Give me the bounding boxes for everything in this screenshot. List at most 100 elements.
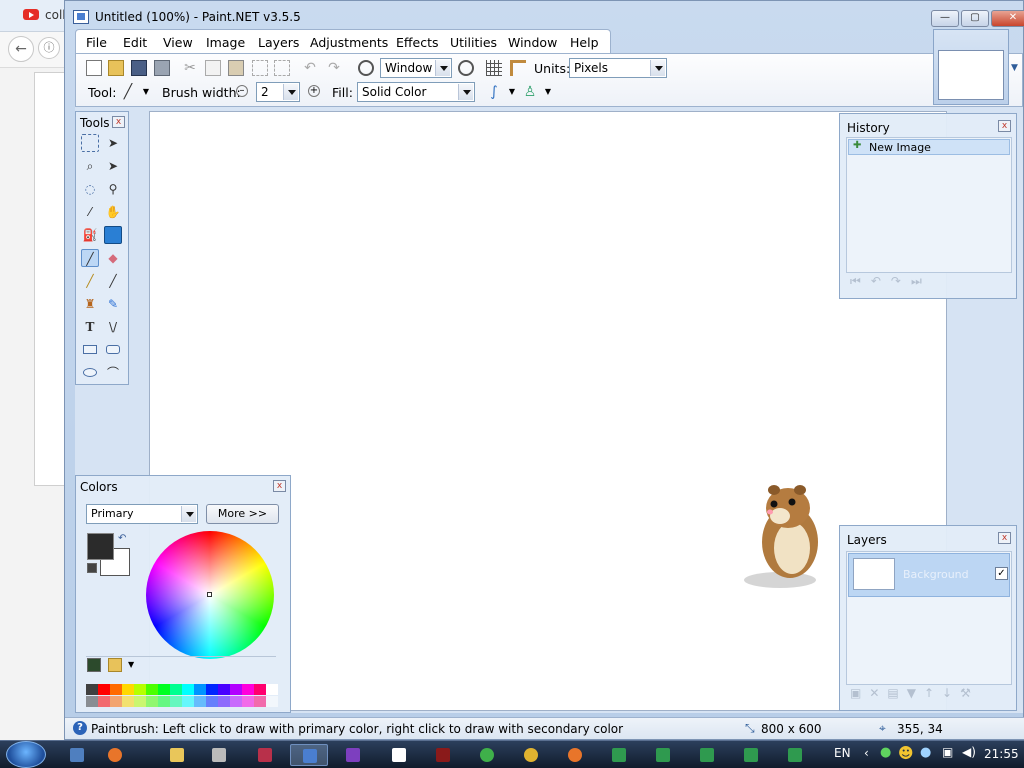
merge-down-icon[interactable]: ▼ <box>907 686 924 700</box>
brush-width-select[interactable]: 2 <box>256 82 300 102</box>
palette-swatch[interactable] <box>146 684 158 695</box>
network-icon[interactable]: ▣ <box>942 745 953 759</box>
move-selection-icon[interactable]: ➤ <box>104 134 122 152</box>
volume-icon[interactable]: ◀) <box>962 745 976 759</box>
history-item[interactable]: ✚ New Image <box>848 139 1010 155</box>
decrease-icon[interactable]: – <box>236 85 248 97</box>
taskbar-item-app4[interactable] <box>424 744 462 766</box>
color-wheel[interactable] <box>146 531 274 659</box>
taskbar-item-excel4[interactable] <box>732 744 770 766</box>
add-to-palette-icon[interactable] <box>87 658 101 672</box>
redo-icon[interactable]: ↷ <box>326 60 342 76</box>
pencil-icon[interactable]: ╱ <box>81 272 99 290</box>
tray-app-icon[interactable]: ● <box>920 745 931 760</box>
freeform-shape-icon[interactable]: ⌒ <box>104 364 122 382</box>
palette-swatch[interactable] <box>110 684 122 695</box>
palette-swatch[interactable] <box>122 684 134 695</box>
taskbar-item-explorer[interactable] <box>158 744 196 766</box>
chevron-down-icon[interactable]: ▼ <box>504 84 520 100</box>
taskbar-item-excel2[interactable] <box>644 744 682 766</box>
palette-swatch[interactable] <box>182 696 194 707</box>
palette-swatch[interactable] <box>134 696 146 707</box>
move-selected-icon[interactable]: ➤ <box>104 157 122 175</box>
grid-icon[interactable] <box>486 60 502 76</box>
menu-help[interactable]: Help <box>570 35 599 50</box>
taskbar-item-excel5[interactable] <box>776 744 814 766</box>
taskbar-item-winrar[interactable] <box>246 744 284 766</box>
taskbar-item-app2[interactable] <box>334 744 372 766</box>
blend-mode-icon[interactable]: ♙ <box>522 84 538 100</box>
palette-swatch[interactable] <box>146 696 158 707</box>
rectangle-select-icon[interactable] <box>81 134 99 152</box>
menu-effects[interactable]: Effects <box>396 35 439 50</box>
add-layer-icon[interactable]: ▣ <box>850 686 869 700</box>
color-wheel-cursor[interactable] <box>207 592 212 597</box>
back-arrow-icon[interactable]: ← <box>8 36 34 62</box>
palette-swatch[interactable] <box>98 696 110 707</box>
show-hidden-icons-icon[interactable]: ‹ <box>864 746 869 760</box>
taskbar-item-app[interactable] <box>200 744 238 766</box>
increase-icon[interactable]: + <box>308 85 320 97</box>
taskbar-item-excel3[interactable] <box>688 744 726 766</box>
reset-colors-icon[interactable] <box>87 563 97 573</box>
ellipse-shape-icon[interactable] <box>81 364 99 382</box>
history-panel-close-button[interactable]: x <box>998 120 1011 132</box>
taskbar-item-chrome[interactable] <box>512 744 550 766</box>
taskbar-item-messenger[interactable] <box>468 744 506 766</box>
save-icon[interactable] <box>131 60 147 76</box>
start-button[interactable] <box>6 741 46 768</box>
language-indicator[interactable]: EN <box>834 746 851 760</box>
zoom-out-icon[interactable] <box>358 60 374 76</box>
palette-swatch[interactable] <box>134 684 146 695</box>
zoom-in-icon[interactable] <box>458 60 474 76</box>
line-curve-icon[interactable]: \/ <box>104 318 122 336</box>
palette-swatch[interactable] <box>170 684 182 695</box>
palette-swatch[interactable] <box>266 696 278 707</box>
menu-window[interactable]: Window <box>508 35 557 50</box>
maximize-button[interactable]: ▢ <box>961 10 989 27</box>
palette-swatch[interactable] <box>242 696 254 707</box>
duplicate-layer-icon[interactable]: ▤ <box>887 686 906 700</box>
eraser-icon[interactable]: ◆ <box>104 249 122 267</box>
taskbar-item-paint-net[interactable] <box>290 744 328 766</box>
cut-icon[interactable]: ✂ <box>182 60 198 76</box>
clock[interactable]: 21:55 <box>984 747 1019 761</box>
undo-step-icon[interactable]: ↶ <box>871 274 891 288</box>
title-bar[interactable]: Untitled (100%) - Paint.NET v3.5.5 — ▢ ✕ <box>65 1 1024 31</box>
menu-layers[interactable]: Layers <box>258 35 299 50</box>
palette-swatch[interactable] <box>254 696 266 707</box>
palette-swatch[interactable] <box>254 684 266 695</box>
deselect-icon[interactable] <box>274 60 290 76</box>
layer-properties-icon[interactable]: ⚒ <box>960 686 979 700</box>
palette-swatch[interactable] <box>218 696 230 707</box>
chevron-down-icon[interactable]: ▼ <box>540 84 556 100</box>
text-tool-icon[interactable]: T <box>81 318 99 336</box>
layer-visibility-checkbox[interactable]: ✓ <box>995 567 1008 580</box>
palette-swatch[interactable] <box>182 684 194 695</box>
taskbar-item-excel1[interactable] <box>600 744 638 766</box>
crop-icon[interactable] <box>252 60 268 76</box>
print-icon[interactable] <box>154 60 170 76</box>
copy-icon[interactable] <box>205 60 221 76</box>
taskbar-item-desktop[interactable] <box>58 744 96 766</box>
clone-stamp-icon[interactable]: ♜ <box>81 295 99 313</box>
delete-layer-icon[interactable]: ✕ <box>869 686 887 700</box>
layer-row[interactable]: Background ✓ <box>848 553 1010 597</box>
palette-swatch[interactable] <box>194 684 206 695</box>
chevron-down-icon[interactable]: ▼ <box>138 84 154 100</box>
chevron-down-icon[interactable]: ▼ <box>1011 63 1018 73</box>
redo-step-icon[interactable]: ↷ <box>891 274 911 288</box>
ellipse-select-icon[interactable]: ◌ <box>81 180 99 198</box>
messenger-tray-icon[interactable]: ● <box>880 745 891 760</box>
paint-bucket-icon[interactable]: ⛽ <box>81 226 99 244</box>
info-icon[interactable]: ⓘ <box>38 37 60 59</box>
rewind-icon[interactable]: ⏮ <box>850 274 871 288</box>
palette-swatch[interactable] <box>206 684 218 695</box>
palette-swatch[interactable] <box>86 684 98 695</box>
palette-swatch[interactable] <box>86 696 98 707</box>
ruler-icon[interactable] <box>510 60 526 76</box>
palette-swatch[interactable] <box>98 684 110 695</box>
palette-menu-icon[interactable] <box>108 658 122 672</box>
zoom-tool-icon[interactable]: ⚲ <box>104 180 122 198</box>
palette-swatch[interactable] <box>230 696 242 707</box>
